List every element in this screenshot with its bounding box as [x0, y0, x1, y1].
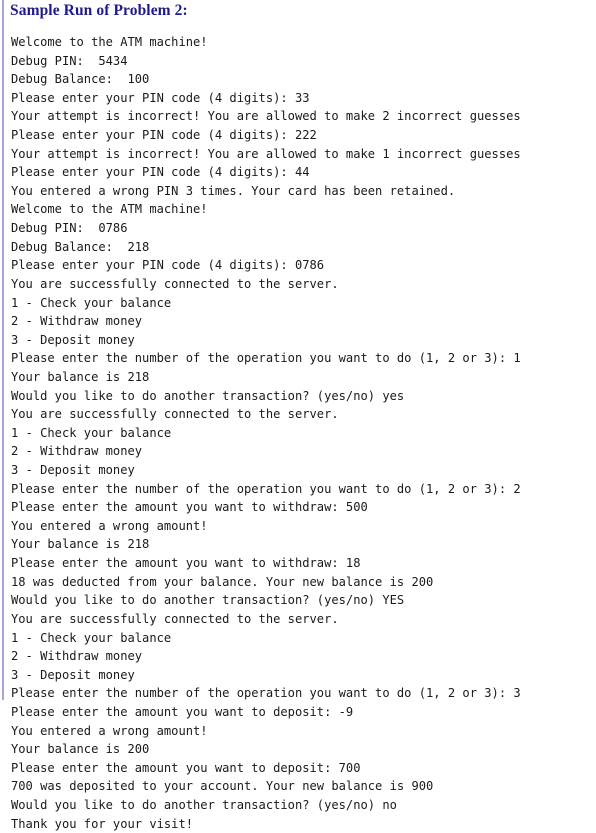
- console-line: You entered a wrong PIN 3 times. Your ca…: [11, 183, 456, 198]
- console-line: 18 was deducted from your balance. Your …: [11, 574, 434, 589]
- console-line: Would you like to do another transaction…: [11, 388, 405, 403]
- console-line: Welcome to the ATM machine!: [11, 202, 208, 217]
- console-line: You entered a wrong amount!: [11, 723, 208, 738]
- console-line: Debug Balance: 218: [11, 239, 150, 254]
- console-line: You entered a wrong amount!: [11, 518, 208, 533]
- console-line: 1 - Check your balance: [11, 630, 172, 645]
- console-line: Please enter the amount you want to depo…: [11, 760, 361, 775]
- console-line: Please enter the number of the operation…: [11, 351, 521, 366]
- console-line: 3 - Deposit money: [11, 332, 135, 347]
- console-line: Your attempt is incorrect! You are allow…: [11, 109, 521, 124]
- console-line: Please enter the amount you want to with…: [11, 556, 361, 571]
- console-line: Welcome to the ATM machine!: [11, 35, 208, 49]
- console-line: Please enter your PIN code (4 digits): 2…: [11, 128, 317, 143]
- console-line: You are successfully connected to the se…: [11, 611, 339, 626]
- console-line: 2 - Withdraw money: [11, 444, 143, 459]
- console-line: 700 was deposited to your account. Your …: [11, 779, 434, 794]
- console-line: Debug PIN: 0786: [11, 221, 128, 236]
- console-line: Thank you for your visit!: [11, 816, 194, 831]
- console-line: Debug PIN: 5434: [11, 53, 128, 68]
- console-line: You are successfully connected to the se…: [11, 276, 339, 291]
- console-line: Please enter your PIN code (4 digits): 0…: [11, 258, 325, 273]
- console-output: Welcome to the ATM machine! Debug PIN: 54…: [11, 33, 596, 833]
- console-line: Your balance is 200: [11, 742, 150, 757]
- console-line: Please enter the number of the operation…: [11, 686, 521, 701]
- console-line: 2 - Withdraw money: [11, 314, 143, 329]
- console-line: 3 - Deposit money: [11, 667, 135, 682]
- console-line: Would you like to do another transaction…: [11, 593, 405, 608]
- console-line: Please enter your PIN code (4 digits): 4…: [11, 165, 310, 180]
- page-title: Sample Run of Problem 2:: [10, 2, 188, 19]
- page-root: Sample Run of Problem 2: Welcome to the …: [0, 0, 596, 831]
- left-accent-rule: [2, 0, 4, 700]
- console-line: Your balance is 218: [11, 369, 150, 384]
- console-line: Please enter the amount you want to with…: [11, 500, 368, 515]
- console-line: 1 - Check your balance: [11, 425, 172, 440]
- console-line: You are successfully connected to the se…: [11, 407, 339, 422]
- console-line: 1 - Check your balance: [11, 295, 172, 310]
- console-line: Please enter the amount you want to depo…: [11, 704, 354, 719]
- console-line: Please enter the number of the operation…: [11, 481, 521, 496]
- console-line: Your balance is 218: [11, 537, 150, 552]
- console-line: Would you like to do another transaction…: [11, 797, 397, 812]
- console-line: 2 - Withdraw money: [11, 649, 143, 664]
- console-line: Your attempt is incorrect! You are allow…: [11, 146, 521, 161]
- console-line: Debug Balance: 100: [11, 72, 150, 87]
- console-line: 3 - Deposit money: [11, 463, 135, 478]
- console-line: Please enter your PIN code (4 digits): 3…: [11, 90, 310, 105]
